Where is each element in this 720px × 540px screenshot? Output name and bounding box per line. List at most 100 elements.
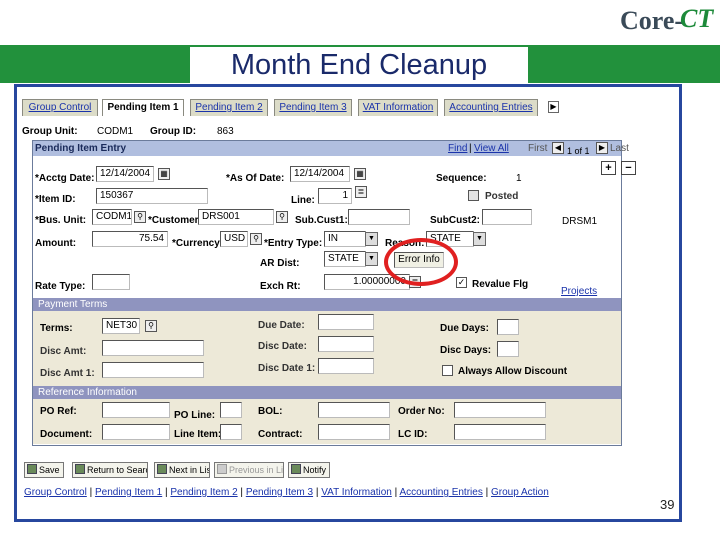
due-days-label: Due Days: — [440, 323, 489, 334]
view-all-link[interactable]: View All — [474, 143, 509, 154]
link-pending-item-3[interactable]: Pending Item 3 — [246, 487, 313, 498]
tab-pending-item-3[interactable]: Pending Item 3 — [274, 99, 352, 116]
due-days-input[interactable] — [497, 319, 519, 335]
payment-terms-header: Payment Terms — [33, 298, 621, 311]
due-date-input[interactable] — [318, 314, 374, 330]
lookup-icon[interactable]: ⚲ — [134, 211, 146, 223]
notify-button[interactable]: Notify — [288, 462, 330, 478]
po-ref-input[interactable] — [102, 402, 170, 418]
page-number: 39 — [660, 497, 675, 512]
notify-icon — [291, 464, 301, 474]
add-row-button[interactable]: + — [601, 161, 616, 175]
chevron-down-icon[interactable]: ▼ — [365, 232, 378, 246]
revalue-checkbox[interactable]: ✓ — [456, 277, 467, 288]
calendar-icon[interactable]: ▦ — [158, 168, 170, 180]
link-pending-item-1[interactable]: Pending Item 1 — [95, 487, 162, 498]
terms-input[interactable]: NET30 — [102, 318, 140, 334]
always-allow-discount-checkbox[interactable] — [442, 365, 453, 376]
disc-date-input[interactable] — [318, 336, 374, 352]
panel-title: Pending Item Entry — [35, 143, 127, 154]
chevron-down-icon[interactable]: ▼ — [365, 252, 378, 266]
posted-label: Posted — [485, 191, 519, 202]
order-no-input[interactable] — [454, 402, 546, 418]
disc-amt-input[interactable] — [102, 340, 204, 356]
po-line-input[interactable] — [220, 402, 242, 418]
customer-label: *Customer: — [148, 215, 202, 226]
item-id-input[interactable]: 150367 — [96, 188, 208, 204]
contract-input[interactable] — [318, 424, 390, 440]
entry-type-select[interactable]: IN — [324, 231, 366, 247]
bottom-page-links: Group Control | Pending Item 1 | Pending… — [24, 487, 549, 498]
order-no-label: Order No: — [398, 406, 445, 417]
tab-accounting-entries[interactable]: Accounting Entries — [444, 99, 538, 116]
lookup-icon[interactable]: ⚲ — [250, 233, 262, 245]
logo-text-ct: CT — [680, 4, 714, 33]
save-button[interactable]: Save — [24, 462, 64, 478]
previous-in-list-button[interactable]: Previous in List — [214, 462, 284, 478]
tab-scroll-right-icon[interactable]: ▶ — [548, 101, 559, 113]
disc-amt-label: Disc Amt: — [40, 346, 87, 357]
line-item-input[interactable] — [220, 424, 242, 440]
tab-pending-item-2[interactable]: Pending Item 2 — [190, 99, 268, 116]
lc-id-input[interactable] — [454, 424, 546, 440]
next-in-list-button[interactable]: Next in List — [154, 462, 210, 478]
subcust1-input[interactable] — [348, 209, 410, 225]
link-group-action[interactable]: Group Action — [491, 487, 549, 498]
currency-input[interactable]: USD — [220, 231, 248, 247]
disc-date1-input[interactable] — [318, 358, 374, 374]
link-group-control[interactable]: Group Control — [24, 487, 87, 498]
ar-dist-select[interactable]: STATE — [324, 251, 366, 267]
link-accounting-entries[interactable]: Accounting Entries — [399, 487, 482, 498]
bus-unit-input[interactable]: CODM1 — [92, 209, 132, 225]
link-vat-information[interactable]: VAT Information — [321, 487, 392, 498]
first-link[interactable]: First — [528, 143, 547, 154]
line-input[interactable]: 1 — [318, 188, 352, 204]
amount-label: Amount: — [35, 238, 77, 249]
next-arrow-icon[interactable]: ▶ — [596, 142, 608, 154]
projects-link[interactable]: Projects — [561, 286, 597, 297]
customer-input[interactable]: DRS001 — [198, 209, 274, 225]
subcust2-side-value: DRSM1 — [562, 216, 598, 227]
document-label: Document: — [40, 429, 93, 440]
tab-pending-item-1[interactable]: Pending Item 1 — [102, 99, 184, 116]
tab-vat-information[interactable]: VAT Information — [358, 99, 438, 116]
delete-row-button[interactable]: − — [621, 161, 636, 175]
core-ct-logo: Core- CT — [618, 4, 714, 40]
first-arrow-icon[interactable]: ◀ — [552, 142, 564, 154]
group-unit-label: Group Unit: — [22, 126, 78, 137]
slide-title: Month End Cleanup — [190, 47, 528, 83]
find-link[interactable]: Find — [448, 143, 467, 154]
disc-days-input[interactable] — [497, 341, 519, 357]
subcust1-label: Sub.Cust1: — [295, 215, 348, 226]
detail-page-icon[interactable]: ≣ — [355, 186, 367, 198]
rate-type-input[interactable] — [92, 274, 130, 290]
bol-label: BOL: — [258, 406, 283, 417]
bol-input[interactable] — [318, 402, 390, 418]
contract-label: Contract: — [258, 429, 303, 440]
disc-amt1-input[interactable] — [102, 362, 204, 378]
calendar-icon[interactable]: ▦ — [354, 168, 366, 180]
acctg-date-input[interactable]: 12/14/2004 — [96, 166, 154, 182]
link-pending-item-2[interactable]: Pending Item 2 — [170, 487, 237, 498]
save-icon — [27, 464, 37, 474]
sequence-label: Sequence: — [436, 173, 487, 184]
subcust2-input[interactable] — [482, 209, 532, 225]
logo-text-core: Core- — [620, 6, 684, 35]
lookup-icon[interactable]: ⚲ — [276, 211, 288, 223]
lookup-icon[interactable]: ⚲ — [145, 320, 157, 332]
amount-input[interactable]: 75.54 — [92, 231, 168, 247]
lc-id-label: LC ID: — [398, 429, 428, 440]
disc-amt1-label: Disc Amt 1: — [40, 368, 95, 379]
disc-date-label: Disc Date: — [258, 341, 307, 352]
as-of-date-input[interactable]: 12/14/2004 — [290, 166, 350, 182]
tab-group-control[interactable]: Group Control — [22, 99, 98, 116]
last-link[interactable]: Last — [610, 143, 629, 154]
group-unit-value: CODM1 — [97, 126, 134, 137]
entry-type-label: *Entry Type: — [264, 238, 323, 249]
subcust2-label: SubCust2: — [430, 215, 480, 226]
return-to-search-button[interactable]: Return to Search — [72, 462, 148, 478]
document-input[interactable] — [102, 424, 170, 440]
chevron-down-icon[interactable]: ▼ — [473, 232, 486, 246]
posted-checkbox[interactable] — [468, 190, 479, 201]
item-id-label: *Item ID: — [35, 194, 76, 205]
